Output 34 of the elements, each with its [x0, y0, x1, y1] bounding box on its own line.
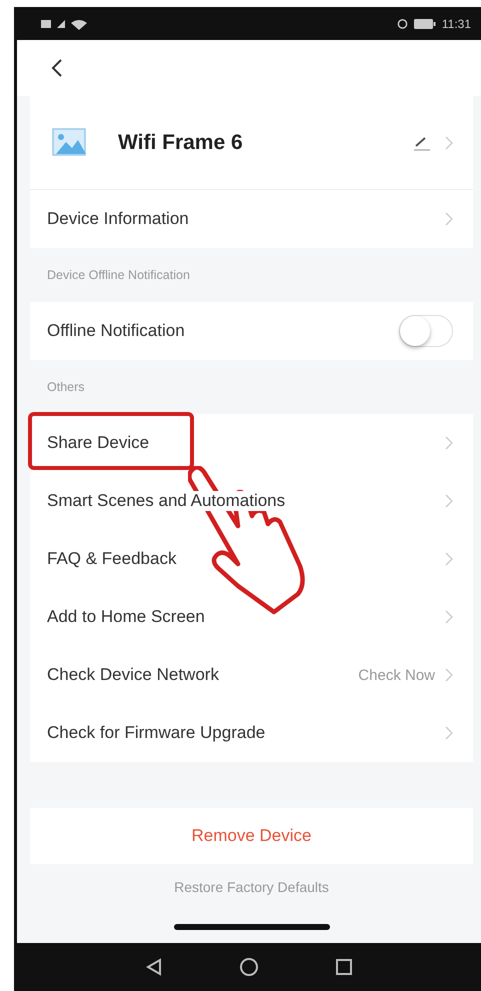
settings-row[interactable]: Check for Firmware Upgrade: [30, 704, 473, 762]
clock-time: 11:31: [442, 16, 471, 30]
alarm-icon: [396, 18, 408, 29]
back-chevron-icon: [51, 58, 63, 78]
chevron-icon: [445, 436, 453, 450]
back-nav-icon[interactable]: [145, 958, 163, 976]
home-nav-icon[interactable]: [239, 957, 259, 977]
row-label: Smart Scenes and Automations: [47, 491, 286, 511]
chevron-icon: [445, 726, 453, 740]
row-label: FAQ & Feedback: [47, 549, 176, 569]
row-label: Check for Firmware Upgrade: [47, 723, 266, 743]
settings-row[interactable]: Device Information: [30, 190, 473, 248]
remove-device-button[interactable]: Remove Device: [186, 825, 318, 847]
settings-row[interactable]: FAQ & Feedback: [30, 530, 473, 588]
toggle-switch[interactable]: [399, 315, 453, 347]
battery-icon: [414, 18, 436, 28]
settings-row[interactable]: Check Device Network Check Now: [30, 646, 473, 704]
settings-row[interactable]: Smart Scenes and Automations: [30, 472, 473, 530]
row-value: Check Now: [358, 666, 435, 684]
chevron-icon: [445, 552, 453, 566]
chevron-icon: [445, 136, 453, 150]
settings-row[interactable]: Share Device: [30, 414, 473, 472]
settings-row[interactable]: Offline Notification: [30, 302, 473, 360]
recents-nav-icon[interactable]: [335, 958, 353, 976]
section-header: Others: [47, 380, 85, 394]
section-header: Device Offline Notification: [47, 268, 190, 282]
pencil-icon[interactable]: [413, 134, 431, 150]
chevron-icon: [445, 494, 453, 508]
chevron-icon: [445, 668, 453, 682]
settings-row[interactable]: Add to Home Screen: [30, 588, 473, 646]
chevron-icon: [445, 212, 453, 226]
chevron-icon: [445, 610, 453, 624]
device-name: Wifi Frame 6: [118, 130, 243, 154]
image-icon: [52, 128, 88, 158]
